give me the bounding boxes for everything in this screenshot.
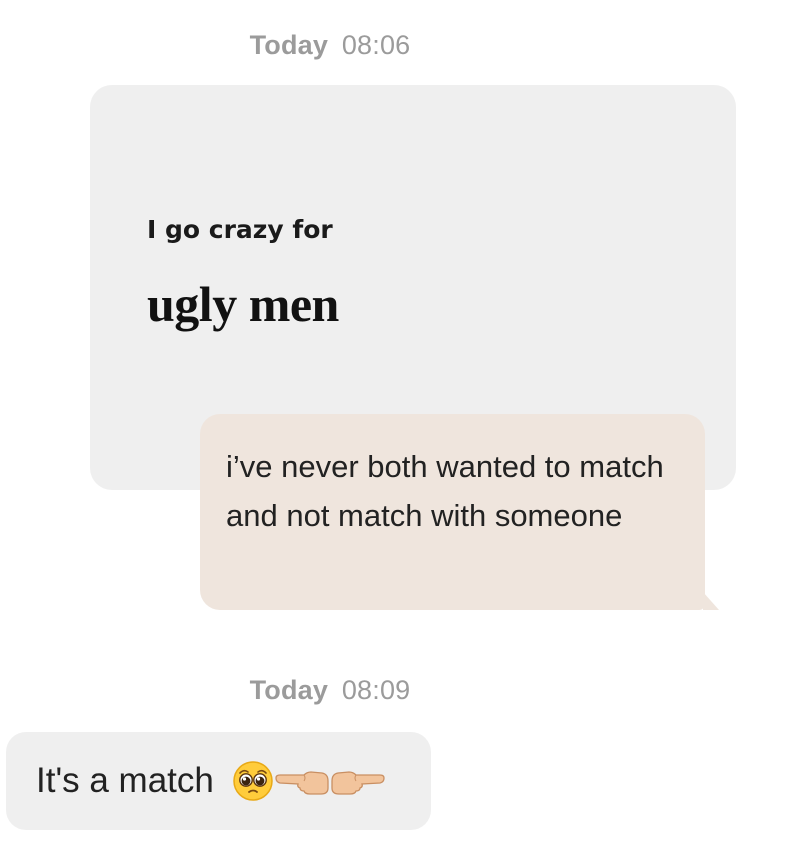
timestamp-time: 08:09: [341, 675, 411, 705]
timestamp-day: Today: [249, 675, 329, 705]
reply-message-bubble[interactable]: i’ve never both wanted to match and not …: [200, 414, 719, 610]
pointing-left-icon: [275, 771, 329, 795]
match-message-text: It's a match: [36, 761, 214, 800]
timestamp-time: 08:06: [341, 30, 411, 60]
timestamp-day: Today: [249, 30, 329, 60]
pointing-right-icon: [331, 771, 385, 795]
emoji-group: [232, 760, 386, 802]
match-message-bubble[interactable]: It's a match: [6, 732, 431, 830]
reply-message-text: i’ve never both wanted to match and not …: [226, 449, 664, 533]
timestamp-first: Today 08:06: [0, 30, 660, 61]
bubble-tail: [703, 592, 719, 610]
timestamp-second: Today 08:09: [0, 675, 660, 706]
pleading-face-icon: [233, 761, 273, 801]
prompt-answer: ugly men: [147, 276, 339, 332]
prompt-question: I go crazy for: [147, 215, 333, 244]
